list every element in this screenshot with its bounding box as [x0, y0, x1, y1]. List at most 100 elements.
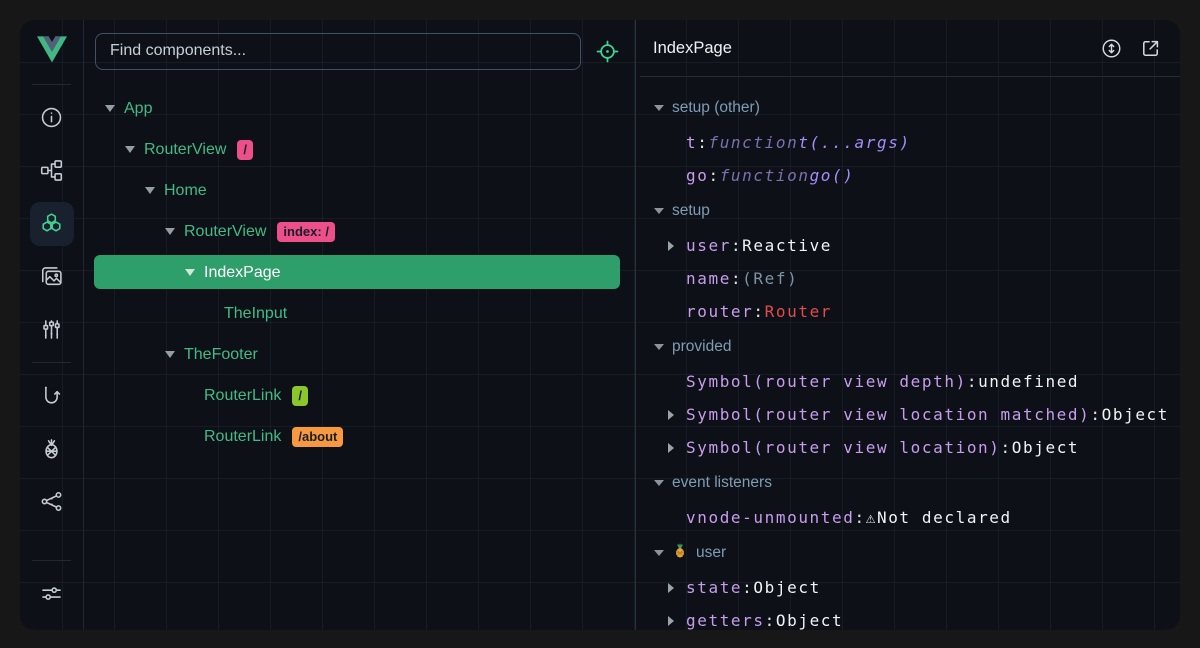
state-value: undefined [978, 372, 1079, 391]
section-header-event-listeners[interactable]: event listeners [654, 464, 1180, 501]
expander-open-icon[interactable] [164, 349, 176, 361]
section-label: event listeners [672, 474, 772, 492]
timeline-icon [30, 308, 74, 352]
key-value-separator: : [731, 236, 742, 255]
key-value-separator: : [708, 166, 719, 185]
state-value: Object [776, 611, 843, 630]
sidebar-divider [32, 362, 71, 363]
section-expander-icon [654, 480, 664, 486]
tree-row-routerlink[interactable]: RouterLink/about [84, 416, 632, 457]
tree-row-routerview[interactable]: RouterView/ [84, 129, 632, 170]
expander-placeholder [184, 390, 196, 402]
state-key: getters [686, 611, 765, 630]
warning-icon: ⚠ [866, 508, 877, 527]
tree-row-thefooter[interactable]: TheFooter [84, 334, 632, 375]
key-value-separator: : [855, 508, 866, 527]
state-value: (Ref) [742, 269, 798, 288]
search-input[interactable] [95, 33, 581, 70]
tree-row-app[interactable]: App [84, 88, 632, 129]
key-value-separator: : [967, 372, 978, 391]
expander-open-icon[interactable] [184, 267, 196, 279]
tree-row-theinput[interactable]: TheInput [84, 293, 632, 334]
state-row-symbol-router-view-depth-[interactable]: Symbol(router view depth) : undefined [654, 365, 1180, 398]
pinia-icon[interactable] [20, 422, 83, 475]
state-key: state [686, 578, 742, 597]
inspector-header: IndexPage [640, 20, 1180, 77]
tree-row-indexpage[interactable]: IndexPage [84, 252, 632, 293]
state-value: function [720, 166, 810, 185]
state-key: t [686, 133, 697, 152]
state-key: vnode-unmounted [686, 508, 855, 527]
scroll-into-view-icon[interactable] [1099, 36, 1123, 60]
state-key: name [686, 269, 731, 288]
router-icon [30, 374, 74, 418]
section-header-user[interactable]: user [654, 534, 1180, 571]
component-name: Home [164, 182, 207, 200]
components-icon[interactable] [20, 197, 83, 250]
state-key: go [686, 166, 708, 185]
sidebar-spacer [20, 528, 83, 554]
state-row-symbol-router-view-location-[interactable]: Symbol(router view location) : Object [654, 431, 1180, 464]
tree-row-routerview[interactable]: RouterView index: / [84, 211, 632, 252]
assets-icon[interactable] [20, 250, 83, 303]
key-value-separator: : [697, 133, 708, 152]
state-value: Router [765, 302, 832, 321]
section-header-setup-other-[interactable]: setup (other) [654, 89, 1180, 126]
graph-icon[interactable] [20, 475, 83, 528]
open-in-editor-icon[interactable] [1138, 36, 1162, 60]
route-badge: / [237, 140, 253, 160]
key-value-separator: : [765, 611, 776, 630]
state-value: Object [753, 578, 820, 597]
state-row-getters[interactable]: getters : Object [654, 604, 1180, 630]
tree-row-home[interactable]: Home [84, 170, 632, 211]
section-expander-icon [654, 105, 664, 111]
key-value-separator: : [1001, 438, 1012, 457]
info-icon[interactable] [20, 91, 83, 144]
timeline-icon[interactable] [20, 303, 83, 356]
pinia-store-icon [672, 542, 688, 563]
state-value: t(...args) [798, 133, 910, 152]
route-badge: index: / [277, 222, 335, 242]
state-row-user[interactable]: user : Reactive [654, 229, 1180, 262]
route-badge: / [292, 386, 308, 406]
locate-component-icon[interactable] [594, 38, 620, 64]
component-name: IndexPage [204, 264, 281, 282]
state-row-go[interactable]: go : function go() [654, 159, 1180, 192]
key-value-separator: : [753, 302, 764, 321]
panel-splitter[interactable] [632, 20, 640, 630]
expander-open-icon[interactable] [124, 144, 136, 156]
state-row-t[interactable]: t : function t(...args) [654, 126, 1180, 159]
section-header-setup[interactable]: setup [654, 192, 1180, 229]
sidebar-divider [32, 560, 71, 561]
state-row-symbol-router-view-location-matched-[interactable]: Symbol(router view location matched) : O… [654, 398, 1180, 431]
tree-toolbar [84, 20, 632, 82]
expander-open-icon[interactable] [164, 226, 176, 238]
component-name: TheInput [224, 305, 287, 323]
component-tree-panel: App RouterView/Home RouterView index: / Inde… [84, 20, 632, 630]
state-row-router[interactable]: router : Router [654, 295, 1180, 328]
expander-closed-icon[interactable] [668, 241, 686, 251]
activity-sidebar [20, 20, 84, 630]
expander-closed-icon[interactable] [668, 410, 686, 420]
component-tree: App RouterView/Home RouterView index: / Inde… [84, 82, 632, 630]
component-name: App [124, 100, 152, 118]
component-tree-icon[interactable] [20, 144, 83, 197]
section-label: setup (other) [672, 99, 760, 117]
state-row-name[interactable]: name : (Ref) [654, 262, 1180, 295]
router-icon[interactable] [20, 369, 83, 422]
section-expander-icon [654, 344, 664, 350]
graph-icon [30, 480, 74, 524]
sidebar-divider [32, 84, 71, 85]
section-header-provided[interactable]: provided [654, 328, 1180, 365]
expander-open-icon[interactable] [104, 103, 116, 115]
state-row-vnode-unmounted[interactable]: vnode-unmounted : ⚠ Not declared [654, 501, 1180, 534]
component-name: RouterView [184, 223, 266, 241]
expander-open-icon[interactable] [144, 185, 156, 197]
state-row-state[interactable]: state : Object [654, 571, 1180, 604]
expander-closed-icon[interactable] [668, 583, 686, 593]
tree-row-routerlink[interactable]: RouterLink/ [84, 375, 632, 416]
expander-closed-icon[interactable] [668, 616, 686, 626]
settings-icon[interactable] [20, 567, 83, 620]
expander-closed-icon[interactable] [668, 443, 686, 453]
inspected-component-title: IndexPage [653, 39, 732, 58]
